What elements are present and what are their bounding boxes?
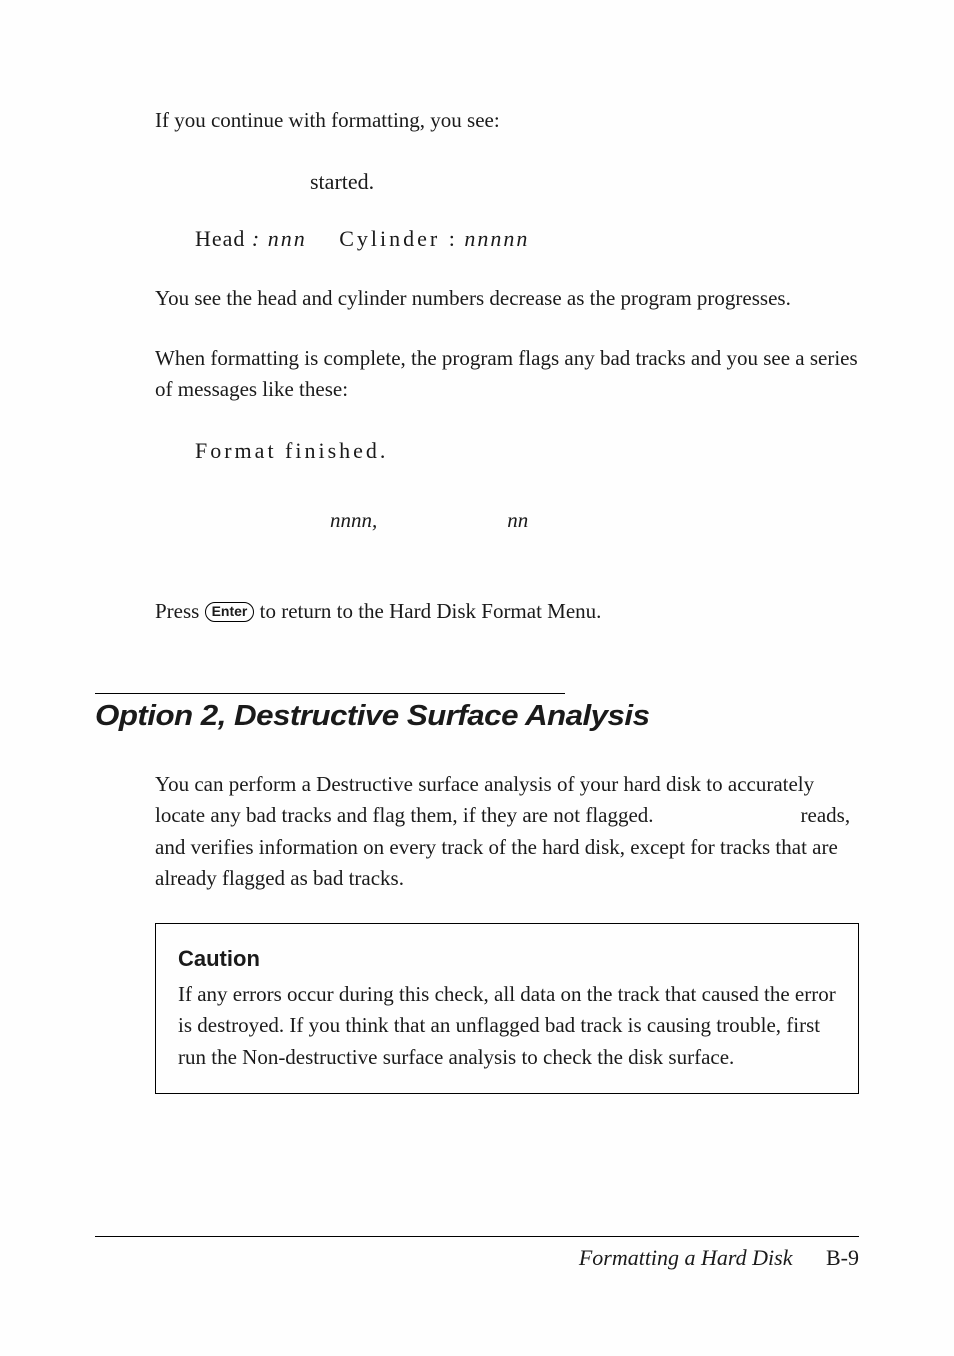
complete-text: When formatting is complete, the program… bbox=[155, 343, 859, 406]
format-finished-text: Format finished. bbox=[195, 434, 859, 467]
enter-key-icon: Enter bbox=[205, 602, 255, 622]
page-footer: Formatting a Hard Disk B-9 bbox=[95, 1236, 859, 1271]
head-cylinder-line: Head : nnn Cylinder : nnnnn bbox=[195, 222, 859, 255]
nnnn-line: nnnn,nn bbox=[330, 505, 859, 537]
caution-title: Caution bbox=[178, 942, 836, 975]
footer-rule bbox=[95, 1236, 859, 1237]
footer-title: Formatting a Hard Disk bbox=[579, 1245, 793, 1270]
section-body: You can perform a Destructive surface an… bbox=[155, 769, 859, 895]
caution-body: If any errors occur during this check, a… bbox=[178, 979, 836, 1074]
section-heading: Option 2, Destructive Surface Analysis bbox=[95, 700, 920, 733]
press-enter-line: Press Enter to return to the Hard Disk F… bbox=[155, 596, 859, 628]
progress-text: You see the head and cylinder numbers de… bbox=[155, 283, 859, 315]
section-rule bbox=[95, 693, 565, 694]
footer-page-number: B-9 bbox=[826, 1245, 859, 1270]
intro-continue: If you continue with formatting, you see… bbox=[155, 105, 859, 137]
started-text: started. bbox=[310, 165, 859, 199]
caution-box: Caution If any errors occur during this … bbox=[155, 923, 859, 1095]
